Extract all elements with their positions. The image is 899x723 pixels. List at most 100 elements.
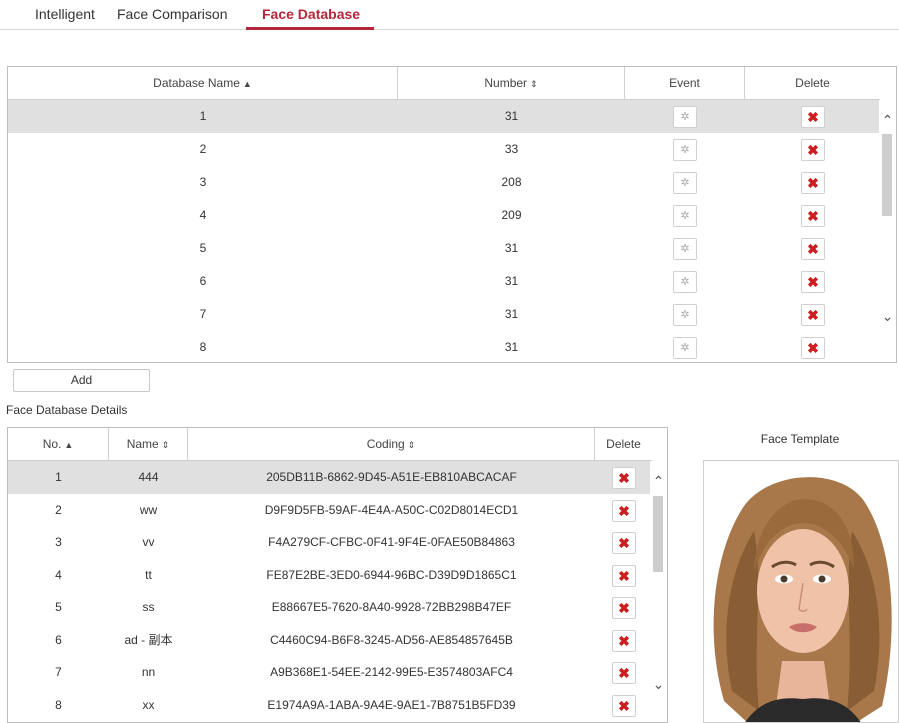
details-table-scrollbar[interactable]: ⌃ ⌄ [650,461,667,722]
column-header-delete: Delete [795,76,830,90]
table-row[interactable]: 3 208 ✲ ✖ [8,166,880,199]
database-table-scrollbar[interactable]: ⌃ ⌄ [879,100,896,362]
table-row[interactable]: 2 ww D9F9D5FB-59AF-4E4A-A50C-C02D8014ECD1 ✖ [8,494,652,527]
table-row[interactable]: 6 31 ✲ ✖ [8,265,880,298]
scrollbar-thumb[interactable] [882,134,892,216]
close-icon: ✖ [618,600,630,616]
no-cell: 1 [55,470,62,484]
number-cell: 31 [504,241,519,255]
event-button[interactable]: ✲ [673,271,697,293]
coding-cell: 205DB11B-6862-9D45-A51E-EB810ABCACAF [266,470,517,484]
delete-button[interactable]: ✖ [801,337,825,359]
close-icon: ✖ [618,535,630,551]
table-row[interactable]: 5 31 ✲ ✖ [8,232,880,265]
table-row[interactable]: 4 tt FE87E2BE-3ED0-6944-96BC-D39D9D1865C1 ✖ [8,559,652,592]
delete-button[interactable]: ✖ [612,629,636,652]
gear-icon: ✲ [680,242,690,255]
chevron-up-icon[interactable]: ⌃ [650,473,667,493]
face-portrait [704,461,898,722]
delete-button[interactable]: ✖ [612,662,636,684]
table-row[interactable]: 2 33 ✲ ✖ [8,133,880,166]
table-row[interactable]: 7 nn A9B368E1-54EE-2142-99E5-E3574803AFC4 ✖ [8,656,652,689]
column-label: Database Name [153,76,240,90]
face-database-table: Database Name ▲ Number ⇕ Event Delete 1 31 ✲… [7,66,897,363]
delete-button[interactable]: ✖ [801,205,825,227]
no-cell: 4 [55,567,62,582]
gear-icon: ✲ [680,176,690,189]
sort-asc-icon: ▲ [64,440,74,450]
delete-button[interactable]: ✖ [612,564,636,587]
event-button[interactable]: ✲ [673,205,697,227]
event-button[interactable]: ✲ [673,172,697,194]
table-row[interactable]: 1 31 ✲ ✖ [8,100,880,133]
column-header-delete: Delete [606,437,641,451]
chevron-down-icon[interactable]: ⌄ [650,676,667,696]
table-row[interactable]: 7 31 ✲ ✖ [8,298,880,331]
column-header-coding[interactable]: Coding ⇕ [188,428,595,461]
name-cell: xx [142,697,155,712]
close-icon: ✖ [807,208,819,224]
close-icon: ✖ [618,697,630,714]
no-cell: 7 [55,665,62,679]
coding-cell: FE87E2BE-3ED0-6944-96BC-D39D9D1865C1 [266,567,517,582]
delete-button[interactable]: ✖ [612,694,636,717]
delete-button[interactable]: ✖ [612,499,636,522]
add-database-button[interactable]: Add [13,369,150,392]
gear-icon: ✲ [680,209,690,222]
delete-button[interactable]: ✖ [801,304,825,326]
no-cell: 8 [55,697,62,712]
event-button[interactable]: ✲ [673,304,697,326]
number-cell: 31 [504,307,519,321]
database-name-cell: 7 [199,307,207,321]
column-header-database-name[interactable]: Database Name ▲ [8,67,398,100]
tab-face-database[interactable]: Face Database [262,6,360,22]
close-icon: ✖ [618,470,630,486]
column-header-no[interactable]: No. ▲ [8,428,109,461]
event-button[interactable]: ✲ [673,337,697,359]
table-row[interactable]: 1 444 205DB11B-6862-9D45-A51E-EB810ABCACAF… [8,461,652,494]
table-row[interactable]: 8 xx E1974A9A-1ABA-9A4E-9AE1-7B8751B5FD39 ✖ [8,689,652,722]
delete-button[interactable]: ✖ [612,532,636,554]
close-icon: ✖ [807,307,819,323]
name-cell: tt [145,567,152,582]
table-header: Database Name ▲ Number ⇕ Event Delete [8,67,880,100]
table-row[interactable]: 5 ss E88667E5-7620-8A40-9928-72BB298B47EF ✖ [8,591,652,624]
delete-button[interactable]: ✖ [612,467,636,489]
event-button[interactable]: ✲ [673,139,697,161]
column-header-name[interactable]: Name ⇕ [109,428,188,461]
table-row[interactable]: 3 vv F4A279CF-CFBC-0F41-9F4E-0FAE50B84863 ✖ [8,526,652,559]
event-button[interactable]: ✲ [673,238,697,260]
database-name-cell: 5 [199,241,207,255]
table-row[interactable]: 6 ad - 副本 C4460C94-B6F8-3245-AD56-AE854857… [8,624,652,657]
database-name-cell: 6 [199,274,207,288]
event-button[interactable]: ✲ [673,106,697,128]
delete-button[interactable]: ✖ [612,597,636,619]
database-name-cell: 1 [199,109,207,123]
close-icon: ✖ [618,665,630,681]
number-cell: 31 [504,274,519,288]
delete-button[interactable]: ✖ [801,271,825,293]
delete-button[interactable]: ✖ [801,106,825,128]
face-template-title: Face Template [760,432,840,446]
coding-cell: D9F9D5FB-59AF-4E4A-A50C-C02D8014ECD1 [264,502,519,517]
name-cell: vv [142,535,155,549]
tab-face-comparison[interactable]: Face Comparison [117,6,228,22]
gear-icon: ✲ [680,308,690,321]
no-cell: 5 [55,600,62,614]
table-row[interactable]: 8 31 ✲ ✖ [8,331,880,362]
close-icon: ✖ [807,175,819,191]
tab-intelligent[interactable]: Intelligent [35,6,95,22]
no-cell: 3 [55,535,62,549]
delete-button[interactable]: ✖ [801,238,825,260]
active-tab-indicator [246,27,374,30]
close-icon: ✖ [807,340,819,356]
table-row[interactable]: 4 209 ✲ ✖ [8,199,880,232]
delete-button[interactable]: ✖ [801,139,825,161]
column-label: No. [42,437,62,451]
scrollbar-thumb[interactable] [653,496,663,572]
column-header-event: Event [625,67,745,100]
column-header-number[interactable]: Number ⇕ [398,67,625,100]
delete-button[interactable]: ✖ [801,172,825,194]
chevron-up-icon[interactable]: ⌃ [879,112,896,132]
chevron-down-icon[interactable]: ⌄ [879,308,896,328]
